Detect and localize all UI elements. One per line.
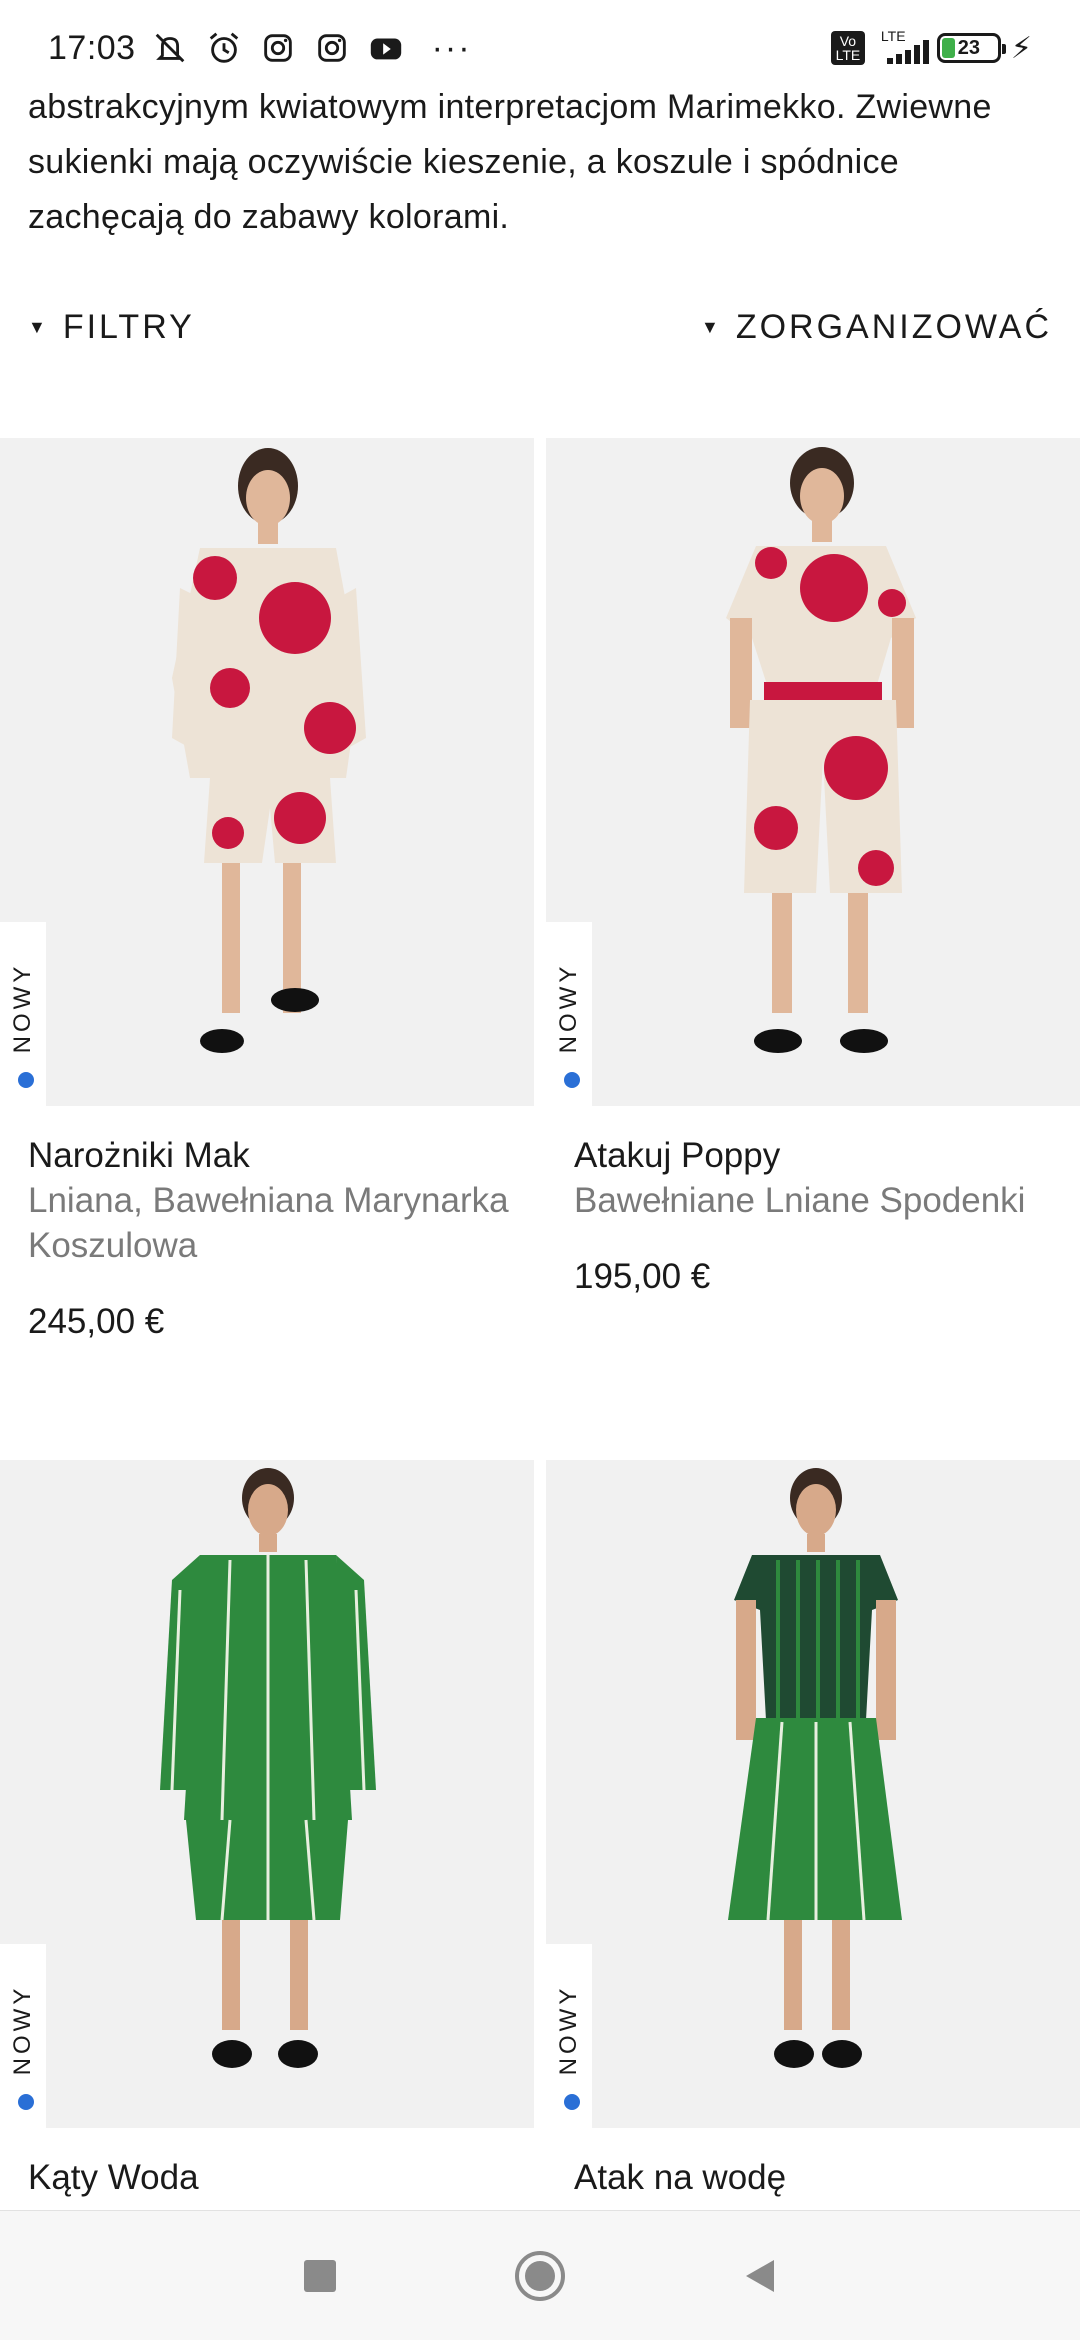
- sort-label: ZORGANIZOWAĆ: [735, 307, 1052, 346]
- volte-icon: Vo LTE: [830, 31, 865, 65]
- product-title[interactable]: Atak na wodę: [546, 2156, 1080, 2200]
- product-card[interactable]: NOWY Kąty Woda: [0, 1460, 534, 2200]
- triangle-down-icon: ▼: [28, 316, 49, 337]
- product-card[interactable]: NOWY Atakuj Poppy Bawełniane Lniane Spod…: [546, 438, 1080, 1297]
- product-title[interactable]: Atakuj Poppy: [546, 1134, 1080, 1178]
- back-triangle-icon[interactable]: [730, 2246, 790, 2306]
- model-photo: [160, 1468, 376, 2068]
- new-badge: NOWY: [0, 922, 46, 1106]
- signal-bars: [886, 40, 929, 64]
- battery-level: 23: [957, 36, 981, 59]
- new-badge: NOWY: [546, 1944, 592, 2128]
- product-image[interactable]: NOWY: [546, 438, 1080, 1106]
- filters-label: FILTRY: [62, 307, 195, 346]
- alarm-icon: [204, 28, 244, 68]
- product-title[interactable]: Kąty Woda: [0, 2156, 534, 2200]
- new-badge: NOWY: [546, 922, 592, 1106]
- instagram-icon: [258, 28, 298, 68]
- new-dot-icon: [564, 1072, 580, 1088]
- status-right: Vo LTE LTE 23 ⚡: [830, 28, 1032, 68]
- model-photo: [726, 447, 916, 1053]
- home-circle-icon[interactable]: [510, 2246, 570, 2306]
- product-subtitle: Lniana, Bawełniana Marynarka Koszulowa: [28, 1181, 509, 1265]
- battery-icon: 23: [936, 33, 1006, 63]
- new-badge: NOWY: [0, 1944, 46, 2128]
- product-card[interactable]: NOWY Narożniki Mak Lniana, Bawełniana Ma…: [0, 438, 534, 1342]
- youtube-icon: [366, 28, 406, 68]
- more-notifications-icon: ···: [431, 28, 472, 67]
- product-price: 245,00 €: [28, 1302, 165, 1341]
- sort-button[interactable]: ▼ ZORGANIZOWAĆ: [701, 308, 1052, 347]
- status-left: 17:03 ···: [48, 28, 472, 68]
- system-navigation-bar: [0, 2210, 1080, 2340]
- instagram-icon: [312, 28, 352, 68]
- new-dot-icon: [564, 2094, 580, 2110]
- model-photo: [728, 1468, 902, 2068]
- product-image[interactable]: NOWY: [0, 1460, 534, 2128]
- recents-square-icon[interactable]: [290, 2246, 350, 2306]
- product-price: 195,00 €: [574, 1257, 711, 1296]
- silent-mode-icon: [150, 28, 190, 68]
- new-badge-label: NOWY: [9, 962, 36, 1054]
- filters-button[interactable]: ▼ FILTRY: [28, 308, 195, 347]
- status-time: 17:03: [48, 28, 136, 67]
- category-description: abstrakcyjnym kwiatowym interpretacjom M…: [28, 88, 992, 236]
- charging-icon: ⚡: [1010, 31, 1032, 65]
- product-image[interactable]: NOWY: [0, 438, 534, 1106]
- new-badge-label: NOWY: [555, 962, 582, 1054]
- product-title[interactable]: Narożniki Mak: [0, 1134, 534, 1178]
- model-photo: [172, 448, 366, 1053]
- triangle-down-icon: ▼: [701, 316, 722, 337]
- new-dot-icon: [18, 2094, 34, 2110]
- signal-icon: LTE: [875, 28, 929, 68]
- product-card[interactable]: NOWY Atak na wodę: [546, 1460, 1080, 2200]
- new-badge-label: NOWY: [9, 1984, 36, 2076]
- new-dot-icon: [18, 1072, 34, 1088]
- new-badge-label: NOWY: [555, 1984, 582, 2076]
- filter-sort-bar: ▼ FILTRY ▼ ZORGANIZOWAĆ: [28, 300, 1052, 354]
- product-image[interactable]: NOWY: [546, 1460, 1080, 2128]
- product-subtitle: Bawełniane Lniane Spodenki: [574, 1181, 1026, 1220]
- battery-fill: [941, 38, 956, 58]
